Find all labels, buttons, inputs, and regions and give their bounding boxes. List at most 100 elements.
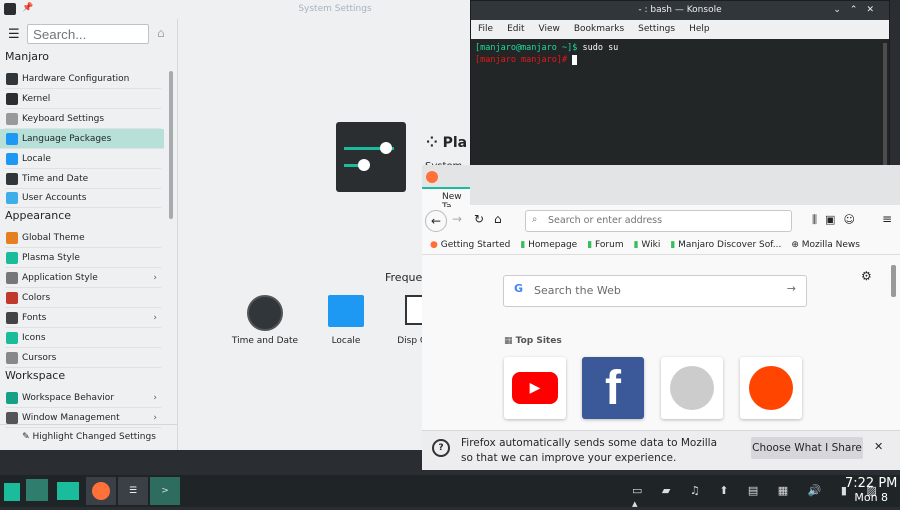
item-label: Hardware Configuration [22,74,130,84]
pager-icon[interactable] [26,479,48,501]
chevron-right-icon: › [153,392,157,403]
menu-button[interactable]: ≡ [882,212,892,226]
bookmark-forum[interactable]: ▮ Forum [587,235,623,254]
label: Time and Date [231,336,299,346]
arrow-right-icon: → [786,282,796,295]
firefox-task[interactable] [86,477,116,505]
clock-icon [247,295,283,331]
item-icon [6,391,18,404]
sidebar-item-colors[interactable]: Colors [5,288,161,308]
item-icon [6,351,18,364]
group-heading: Workspace [5,368,66,382]
tab-new-tab[interactable]: New Ta [422,187,470,212]
item-icon [6,331,18,344]
gear-icon[interactable]: ⚙ [861,269,872,283]
item-label: Icons [22,332,46,343]
system-settings-window: System Settings 📌 ☰ ⌂ Manjaro Hardware Co… [0,0,470,450]
top-site-facebook[interactable]: f [582,357,644,419]
locale-icon [328,295,364,327]
item-icon [6,252,18,265]
sidebar-item-global-theme[interactable]: Global Theme [5,228,161,249]
toolbar-icons[interactable]: ⫼▣☺ [812,213,863,227]
menu-file[interactable]: File [478,20,493,39]
settings-sliders-icon [336,122,406,192]
sidebar-item-hardware-configuration[interactable]: Hardware Configuration [5,69,161,89]
sidebar-item-time-and-date[interactable]: Time and Date [5,169,161,189]
item-label: Time and Date [22,173,89,184]
firefox-window: New Ta ← → ↻ ⌂ ⌕ Search or enter address … [422,165,900,470]
bookmark-getting-started[interactable]: ● Getting Started [430,235,510,254]
sidebar-item-keyboard-settings[interactable]: Keyboard Settings [5,109,161,129]
firefox-icon [426,171,438,183]
menu-settings[interactable]: Settings [638,20,675,39]
item-icon [6,112,18,125]
search-input[interactable] [27,24,149,44]
pin-icon[interactable]: 📌 [22,3,33,13]
item-label: User Accounts [22,193,87,204]
home-icon[interactable]: ⌂ [157,26,165,40]
item-icon [6,311,18,324]
item-label: Application Style [22,273,98,284]
frequent-time-and-date[interactable]: Time and Date [230,295,300,346]
bookmark-homepage[interactable]: ▮ Homepage [520,235,577,254]
tab-bar: New Ta [422,165,900,212]
menu-view[interactable]: View [539,20,560,39]
sidebar-item-language-packages[interactable]: Language Packages [0,128,164,149]
sidebar-item-icons[interactable]: Icons [5,328,161,348]
clock[interactable]: 7:22 PM Mon 8 [845,477,897,505]
page-title: Pla [442,135,468,151]
menu-bookmarks[interactable]: Bookmarks [574,20,624,39]
time: 7:22 PM [845,476,898,491]
bookmark-wiki[interactable]: ▮ Wiki [634,235,661,254]
sidebar-item-application-style[interactable]: Application Style › [5,268,161,289]
sidebar-item-plasma-style[interactable]: Plasma Style [5,248,161,269]
web-search-input[interactable]: G Search the Web → [503,275,807,307]
top-sites-heading[interactable]: ▦ Top Sites [504,336,562,346]
terminal[interactable]: [manjaro@manjaro ~]$ sudo su [manjaro ma… [471,39,889,69]
search-icon: ⌕ [532,214,538,225]
sidebar-item-kernel[interactable]: Kernel [5,89,161,109]
manjaro-menu-icon[interactable] [4,483,20,501]
window-title: System Settings [298,4,372,14]
back-button[interactable]: ← [425,210,447,232]
sidebar-item-cursors[interactable]: Cursors [5,348,161,368]
address-bar[interactable]: ⌕ Search or enter address [525,210,792,232]
home-button[interactable]: ⌂ [494,212,502,226]
choose-what-i-share-button[interactable]: Choose What I Share [751,437,863,459]
bookmark-mozilla-news[interactable]: ⊕ Mozilla News [791,235,860,254]
scrollbar[interactable] [891,265,896,297]
menu-edit[interactable]: Edit [507,20,524,39]
sidebar-item-locale[interactable]: Locale [5,149,161,169]
label: Locale [331,336,361,346]
sidebar-item-fonts[interactable]: Fonts › [5,308,161,328]
konsole-task[interactable]: > [150,477,180,505]
bookmark-manjaro-discover[interactable]: ▮ Manjaro Discover Sof... [670,235,781,254]
settings-app-icon [4,3,16,15]
item-label: Kernel [22,93,51,104]
item-label: Keyboard Settings [22,113,105,124]
highlight-changed-settings-button[interactable]: ✎ Highlight Changed Settings [0,424,178,450]
date: Mon 8 [854,491,889,504]
scrollbar[interactable] [169,71,173,219]
window-controls[interactable]: ⌄⌃✕ [833,1,883,20]
item-icon [6,292,18,304]
item-label: Workspace Behavior [22,392,115,403]
top-site-reddit[interactable] [740,357,802,419]
title-bar: System Settings [0,0,470,19]
file-manager-icon[interactable] [57,482,79,500]
hamburger-menu-icon[interactable]: ☰ [8,27,20,42]
reload-button[interactable]: ↻ [474,212,484,226]
item-icon [6,272,18,285]
top-site-youtube[interactable]: ▶ [504,357,566,419]
item-label: Locale [22,153,51,164]
system-settings-task[interactable]: ☰ [118,477,148,505]
top-site-wikipedia[interactable] [661,357,723,419]
frequent-locale[interactable]: Locale [311,295,381,346]
command: sudo su [577,43,619,53]
close-icon[interactable]: ✕ [874,440,883,453]
forward-button[interactable]: → [452,212,462,226]
bookmarks-toolbar: ● Getting Started ▮ Homepage ▮ Forum ▮ W… [422,235,900,255]
sidebar-item-user-accounts[interactable]: User Accounts [5,188,161,209]
menu-help[interactable]: Help [689,20,710,39]
sidebar-item-workspace-behavior[interactable]: Workspace Behavior › [5,388,161,408]
